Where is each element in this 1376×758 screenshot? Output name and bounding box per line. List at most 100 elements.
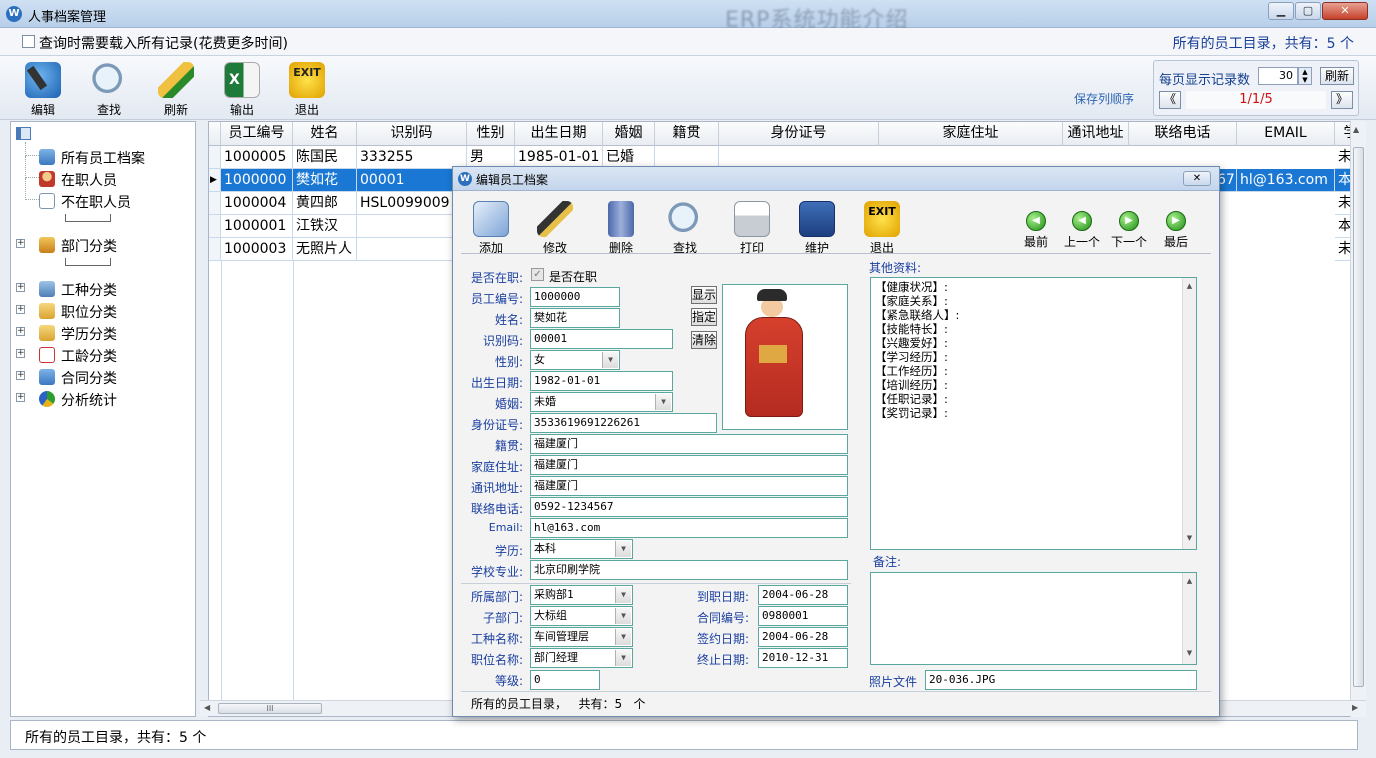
- clear-photo-button[interactable]: 清除: [691, 331, 717, 349]
- expand-icon[interactable]: +: [16, 349, 25, 358]
- prev-arrow-icon: ◀: [1072, 211, 1092, 231]
- phone-field[interactable]: 0592-1234567: [530, 497, 848, 517]
- chevron-down-icon[interactable]: ▼: [615, 629, 631, 645]
- minimize-button[interactable]: ▁: [1268, 2, 1294, 20]
- edit-button[interactable]: 编辑: [18, 60, 68, 118]
- per-page-label: 每页显示记录数: [1159, 73, 1251, 88]
- show-photo-button[interactable]: 显示: [691, 286, 717, 304]
- textarea-scrollbar[interactable]: ▲ ▼: [1182, 278, 1196, 549]
- col-header-sex[interactable]: 性别: [467, 122, 515, 146]
- maintain-button[interactable]: 维护: [791, 201, 843, 256]
- expand-icon[interactable]: +: [16, 327, 25, 336]
- expand-icon[interactable]: +: [16, 239, 25, 248]
- expand-icon[interactable]: +: [16, 283, 25, 292]
- last-arrow-icon: ▶: [1166, 211, 1186, 231]
- close-button[interactable]: ✕: [1322, 2, 1368, 20]
- edu-select[interactable]: 本科 ▼: [530, 539, 633, 559]
- chevron-down-icon[interactable]: ▼: [655, 394, 671, 410]
- scroll-left-icon[interactable]: ◀: [204, 703, 210, 712]
- col-header-marry[interactable]: 婚姻: [603, 122, 655, 146]
- dialog-close-button[interactable]: ✕: [1183, 171, 1211, 186]
- sex-select[interactable]: 女 ▼: [530, 350, 620, 370]
- status-bar: 所有的员工目录，共有：5 个: [10, 720, 1358, 750]
- other-info-textarea[interactable]: 【健康状况】: 【家庭关系】: 【紧急联络人】: 【技能特长】: 【兴趣爱好】:…: [870, 277, 1197, 550]
- job-select[interactable]: 车间管理层 ▼: [530, 627, 633, 647]
- dialog-search-button[interactable]: 查找: [659, 201, 711, 256]
- save-column-order-link[interactable]: 保存列顺序: [1074, 90, 1134, 107]
- contract-field[interactable]: 0980001: [758, 606, 848, 626]
- scroll-right-icon[interactable]: ▶: [1352, 703, 1358, 712]
- employed-checkbox[interactable]: ✓: [531, 268, 544, 281]
- prev-page-button[interactable]: 《: [1159, 91, 1181, 109]
- photo-file-field[interactable]: 20-036.JPG: [925, 670, 1197, 690]
- chevron-down-icon[interactable]: ▼: [615, 608, 631, 624]
- search-button[interactable]: 查找: [84, 60, 134, 118]
- expand-icon[interactable]: +: [16, 393, 25, 402]
- addr-field[interactable]: 福建厦门: [530, 476, 848, 496]
- end-field[interactable]: 2010-12-31: [758, 648, 848, 668]
- col-header-code[interactable]: 识别码: [357, 122, 467, 146]
- export-button[interactable]: X 输出: [217, 60, 267, 118]
- modify-button[interactable]: 修改: [529, 201, 581, 256]
- next-arrow-icon: ▶: [1119, 211, 1139, 231]
- remark-textarea[interactable]: ▲ ▼: [870, 572, 1197, 665]
- hire-field[interactable]: 2004-06-28: [758, 585, 848, 605]
- pager-refresh-button[interactable]: 刷新: [1320, 67, 1354, 85]
- email-field[interactable]: hl@163.com: [530, 518, 848, 538]
- expand-icon[interactable]: +: [16, 371, 25, 380]
- scroll-up-icon[interactable]: ▲: [1353, 125, 1359, 134]
- assign-photo-button[interactable]: 指定: [691, 308, 717, 326]
- birth-field[interactable]: 1982-01-01: [530, 371, 673, 391]
- idcard-field[interactable]: 3533619691226261: [530, 413, 717, 433]
- col-header-home[interactable]: 家庭住址: [879, 122, 1063, 146]
- textarea-scrollbar[interactable]: ▲ ▼: [1182, 573, 1196, 664]
- native-field[interactable]: 福建厦门: [530, 434, 848, 454]
- person-icon: [39, 171, 55, 187]
- code-field[interactable]: 00001: [530, 329, 673, 349]
- sign-field[interactable]: 2004-06-28: [758, 627, 848, 647]
- chevron-down-icon[interactable]: ▼: [615, 650, 631, 666]
- col-header-email[interactable]: EMAIL: [1237, 122, 1335, 146]
- chevron-down-icon[interactable]: ▼: [615, 541, 631, 557]
- pos-select[interactable]: 部门经理 ▼: [530, 648, 633, 668]
- expand-icon[interactable]: +: [16, 305, 25, 314]
- home-field[interactable]: 福建厦门: [530, 455, 848, 475]
- maximize-button[interactable]: ▢: [1295, 2, 1321, 20]
- last-record-button[interactable]: ▶ 最后: [1148, 211, 1204, 250]
- exit-button[interactable]: EXIT 退出: [282, 60, 332, 118]
- dialog-exit-button[interactable]: EXIT 退出: [856, 201, 908, 256]
- chevron-down-icon[interactable]: ▼: [602, 352, 618, 368]
- marry-select[interactable]: 未婚 ▼: [530, 392, 673, 412]
- tools-icon: [799, 201, 835, 237]
- col-header-id[interactable]: 员工编号: [221, 122, 293, 146]
- col-header-birth[interactable]: 出生日期: [515, 122, 603, 146]
- col-header-name[interactable]: 姓名: [293, 122, 357, 146]
- next-page-button[interactable]: 》: [1331, 91, 1353, 109]
- grid-vertical-scrollbar[interactable]: ▲ ▼: [1350, 121, 1366, 717]
- per-page-input[interactable]: 30: [1258, 67, 1298, 85]
- first-arrow-icon: ◀: [1026, 211, 1046, 231]
- print-button[interactable]: 打印: [726, 201, 778, 256]
- delete-button[interactable]: 删除: [595, 201, 647, 256]
- col-header-idcard[interactable]: 身份证号: [719, 122, 879, 146]
- subdept-select[interactable]: 大标组 ▼: [530, 606, 633, 626]
- tree-connector: [65, 258, 111, 266]
- col-header-phone[interactable]: 联络电话: [1129, 122, 1237, 146]
- col-header-native[interactable]: 籍贯: [655, 122, 719, 146]
- dept-label: 所属部门:: [470, 590, 523, 604]
- scroll-thumb[interactable]: [1353, 147, 1364, 687]
- id-field[interactable]: 1000000: [530, 287, 620, 307]
- row-header-corner: [209, 122, 221, 146]
- load-all-checkbox[interactable]: [22, 35, 35, 48]
- per-page-spinner[interactable]: ▲ ▼: [1298, 67, 1312, 85]
- record-count-text: 所有的员工目录，共有：5 个: [1172, 36, 1354, 52]
- level-field[interactable]: 0: [530, 670, 600, 690]
- school-field[interactable]: 北京印刷学院: [530, 560, 848, 580]
- dept-select[interactable]: 采购部1 ▼: [530, 585, 633, 605]
- scroll-thumb[interactable]: III: [218, 703, 322, 714]
- add-button[interactable]: 添加: [465, 201, 517, 256]
- col-header-addr[interactable]: 通讯地址: [1063, 122, 1129, 146]
- name-field[interactable]: 樊如花: [530, 308, 620, 328]
- refresh-button[interactable]: 刷新: [151, 60, 201, 118]
- chevron-down-icon[interactable]: ▼: [615, 587, 631, 603]
